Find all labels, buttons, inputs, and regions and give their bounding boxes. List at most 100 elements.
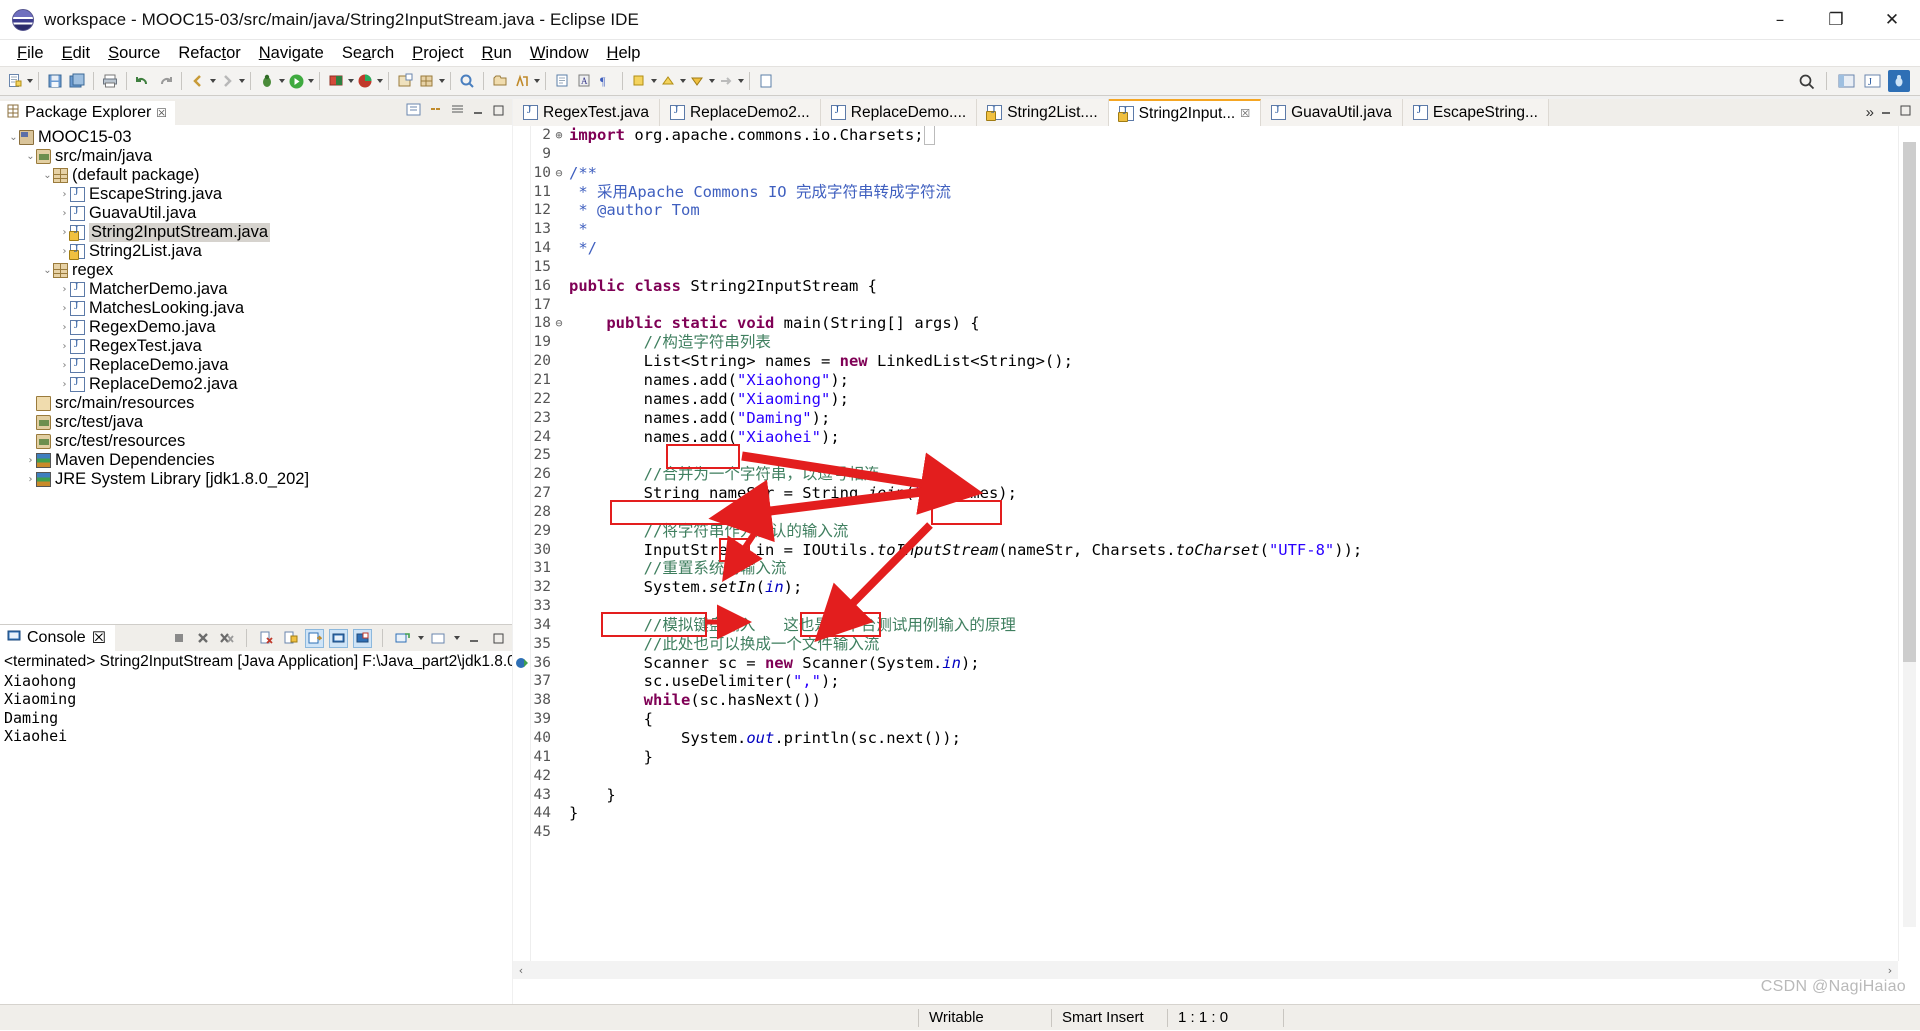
scroll-right-icon[interactable]: ›	[1882, 964, 1898, 977]
console-view-menu-icon[interactable]	[429, 629, 448, 648]
show-whitespace-icon[interactable]: ¶	[595, 70, 617, 92]
code-line[interactable]: 18 ⊖ public static void main(String[] arg…	[513, 314, 1898, 333]
tree-item[interactable]: src/main/resources	[0, 394, 512, 413]
code-line[interactable]: 2 ⊕ import org.apache.commons.io.Charsets;	[513, 126, 1898, 145]
debug-icon[interactable]	[256, 70, 278, 92]
editor-overview-ruler[interactable]	[1898, 126, 1920, 961]
code-line[interactable]: 22 names.add("Xiaoming");	[513, 390, 1898, 409]
fold-toggle-icon[interactable]: ⊕	[553, 126, 565, 145]
tree-expand-arrow-icon[interactable]: ›	[25, 455, 36, 466]
editor-vertical-scrollbar-thumb[interactable]	[1903, 142, 1916, 662]
maximize-button[interactable]: ❐	[1808, 0, 1864, 40]
tree-expand-arrow-icon[interactable]: ›	[59, 360, 70, 371]
last-edit-location-icon[interactable]	[686, 70, 708, 92]
menu-file[interactable]: FFileile	[8, 42, 53, 65]
editor-tab[interactable]: GuavaUtil.java	[1261, 99, 1403, 126]
scroll-left-icon[interactable]: ‹	[513, 964, 529, 977]
forward-icon[interactable]	[216, 70, 238, 92]
remove-launch-icon[interactable]	[193, 629, 212, 648]
code-line[interactable]: 39 {	[513, 710, 1898, 729]
tree-item[interactable]: › EscapeString.java	[0, 185, 512, 204]
console-menu-dropdown-icon[interactable]	[454, 636, 460, 640]
tree-expand-arrow-icon[interactable]: ⌄	[42, 170, 53, 181]
debug-perspective-icon[interactable]	[1888, 70, 1910, 92]
code-line[interactable]: 33	[513, 597, 1898, 616]
close-button[interactable]: ✕	[1864, 0, 1920, 40]
tree-expand-arrow-icon[interactable]: ⌄	[25, 151, 36, 162]
fold-toggle-icon[interactable]: ⊖	[553, 164, 565, 183]
code-line[interactable]: 45	[513, 823, 1898, 842]
new-icon[interactable]	[4, 70, 26, 92]
code-line[interactable]: 23 names.add("Daming");	[513, 409, 1898, 428]
code-line[interactable]: 10 ⊖/**	[513, 164, 1898, 183]
editor-tab[interactable]: EscapeString...	[1402, 99, 1549, 126]
code-line[interactable]: 21 names.add("Xiaohong");	[513, 371, 1898, 390]
menu-help[interactable]: Help	[598, 42, 650, 65]
menu-run[interactable]: Run	[473, 42, 521, 65]
code-line[interactable]: 42	[513, 767, 1898, 786]
show-console-on-output-icon[interactable]	[305, 628, 324, 648]
tree-item[interactable]: src/test/resources	[0, 432, 512, 451]
open-perspective-icon[interactable]	[1836, 70, 1858, 92]
tree-expand-arrow-icon[interactable]: ›	[25, 474, 36, 485]
back-icon[interactable]	[187, 70, 209, 92]
tree-item[interactable]: src/test/java	[0, 413, 512, 432]
code-line[interactable]: 12 * @author Tom	[513, 201, 1898, 220]
code-line[interactable]: 41 }	[513, 748, 1898, 767]
new-java-project-icon[interactable]	[394, 70, 416, 92]
editor-tab-overflow-icon[interactable]: »	[1866, 104, 1874, 121]
code-line[interactable]: 36 Scanner sc = new Scanner(System.in);	[513, 654, 1898, 673]
run-external-tools-icon[interactable]	[325, 70, 347, 92]
clear-console-icon[interactable]	[257, 629, 276, 648]
menu-edit[interactable]: Edit	[53, 42, 99, 65]
tree-item[interactable]: › ReplaceDemo.java	[0, 356, 512, 375]
editor-tab[interactable]: ReplaceDemo....	[820, 99, 978, 126]
menu-source[interactable]: Source	[99, 42, 169, 65]
tree-expand-arrow-icon[interactable]: ⌄	[8, 132, 19, 143]
code-line[interactable]: 38 while(sc.hasNext())	[513, 691, 1898, 710]
editor-tab[interactable]: ReplaceDemo2...	[659, 99, 821, 126]
code-line[interactable]: 34 //模拟键盘输入 这也是各平台测试用例输入的原理	[513, 616, 1898, 635]
tree-item[interactable]: ›String2List.java	[0, 242, 512, 261]
tree-expand-arrow-icon[interactable]: ›	[59, 189, 70, 200]
collapse-all-icon[interactable]	[406, 102, 421, 122]
code-line[interactable]: 27 String nameStr = String.join(",",name…	[513, 484, 1898, 503]
pin-console-icon[interactable]	[329, 628, 348, 648]
code-line[interactable]: 31 //重置系统的输入流	[513, 559, 1898, 578]
editor-horizontal-scrollbar[interactable]: ‹ ›	[513, 961, 1898, 979]
code-line[interactable]: 40 System.out.println(sc.next());	[513, 729, 1898, 748]
tree-item[interactable]: › Maven Dependencies	[0, 451, 512, 470]
code-line[interactable]: 19 //构造字符串列表	[513, 333, 1898, 352]
tree-expand-arrow-icon[interactable]: ›	[59, 303, 70, 314]
open-type-icon[interactable]	[456, 70, 478, 92]
minimize-button[interactable]: –	[1752, 0, 1808, 40]
tree-item[interactable]: › MatcherDemo.java	[0, 280, 512, 299]
code-line[interactable]: 37 sc.useDelimiter(",");	[513, 672, 1898, 691]
remove-all-terminated-icon[interactable]	[217, 629, 236, 648]
tree-expand-arrow-icon[interactable]: ›	[59, 322, 70, 333]
save-all-icon[interactable]	[66, 70, 88, 92]
code-line[interactable]: 30 InputStream in = IOUtils.toInputStrea…	[513, 541, 1898, 560]
tree-expand-arrow-icon[interactable]: ⌄	[42, 265, 53, 276]
tree-expand-arrow-icon[interactable]: ›	[59, 284, 70, 295]
pin-editor-icon[interactable]	[551, 70, 573, 92]
tree-expand-arrow-icon[interactable]: ›	[59, 341, 70, 352]
tree-expand-arrow-icon[interactable]: ›	[59, 379, 70, 390]
quick-access-search-icon[interactable]	[1795, 70, 1817, 92]
next-annotation-icon[interactable]	[628, 70, 650, 92]
code-line[interactable]: 16 public class String2InputStream {	[513, 277, 1898, 296]
code-line[interactable]: 11 * 采用Apache Commons IO 完成字符串转成字符流	[513, 183, 1898, 202]
link-with-editor-icon[interactable]	[428, 102, 443, 122]
java-perspective-icon[interactable]: J	[1862, 70, 1884, 92]
code-line[interactable]: 43 }	[513, 786, 1898, 805]
package-explorer-tree[interactable]: ⌄ MOOC15-03 ⌄ src/main/java ⌄ (default packag…	[0, 125, 512, 624]
tree-item[interactable]: ⌄ MOOC15-03	[0, 128, 512, 147]
code-line[interactable]: 13 *	[513, 220, 1898, 239]
terminate-icon[interactable]	[169, 629, 188, 648]
tree-item[interactable]: ⌄ regex	[0, 261, 512, 280]
code-line[interactable]: 9	[513, 145, 1898, 164]
tab-console[interactable]: Console ☒	[0, 625, 116, 651]
new-package-icon[interactable]	[416, 70, 438, 92]
tree-item[interactable]: ⌄ src/main/java	[0, 147, 512, 166]
tree-item[interactable]: › RegexTest.java	[0, 337, 512, 356]
